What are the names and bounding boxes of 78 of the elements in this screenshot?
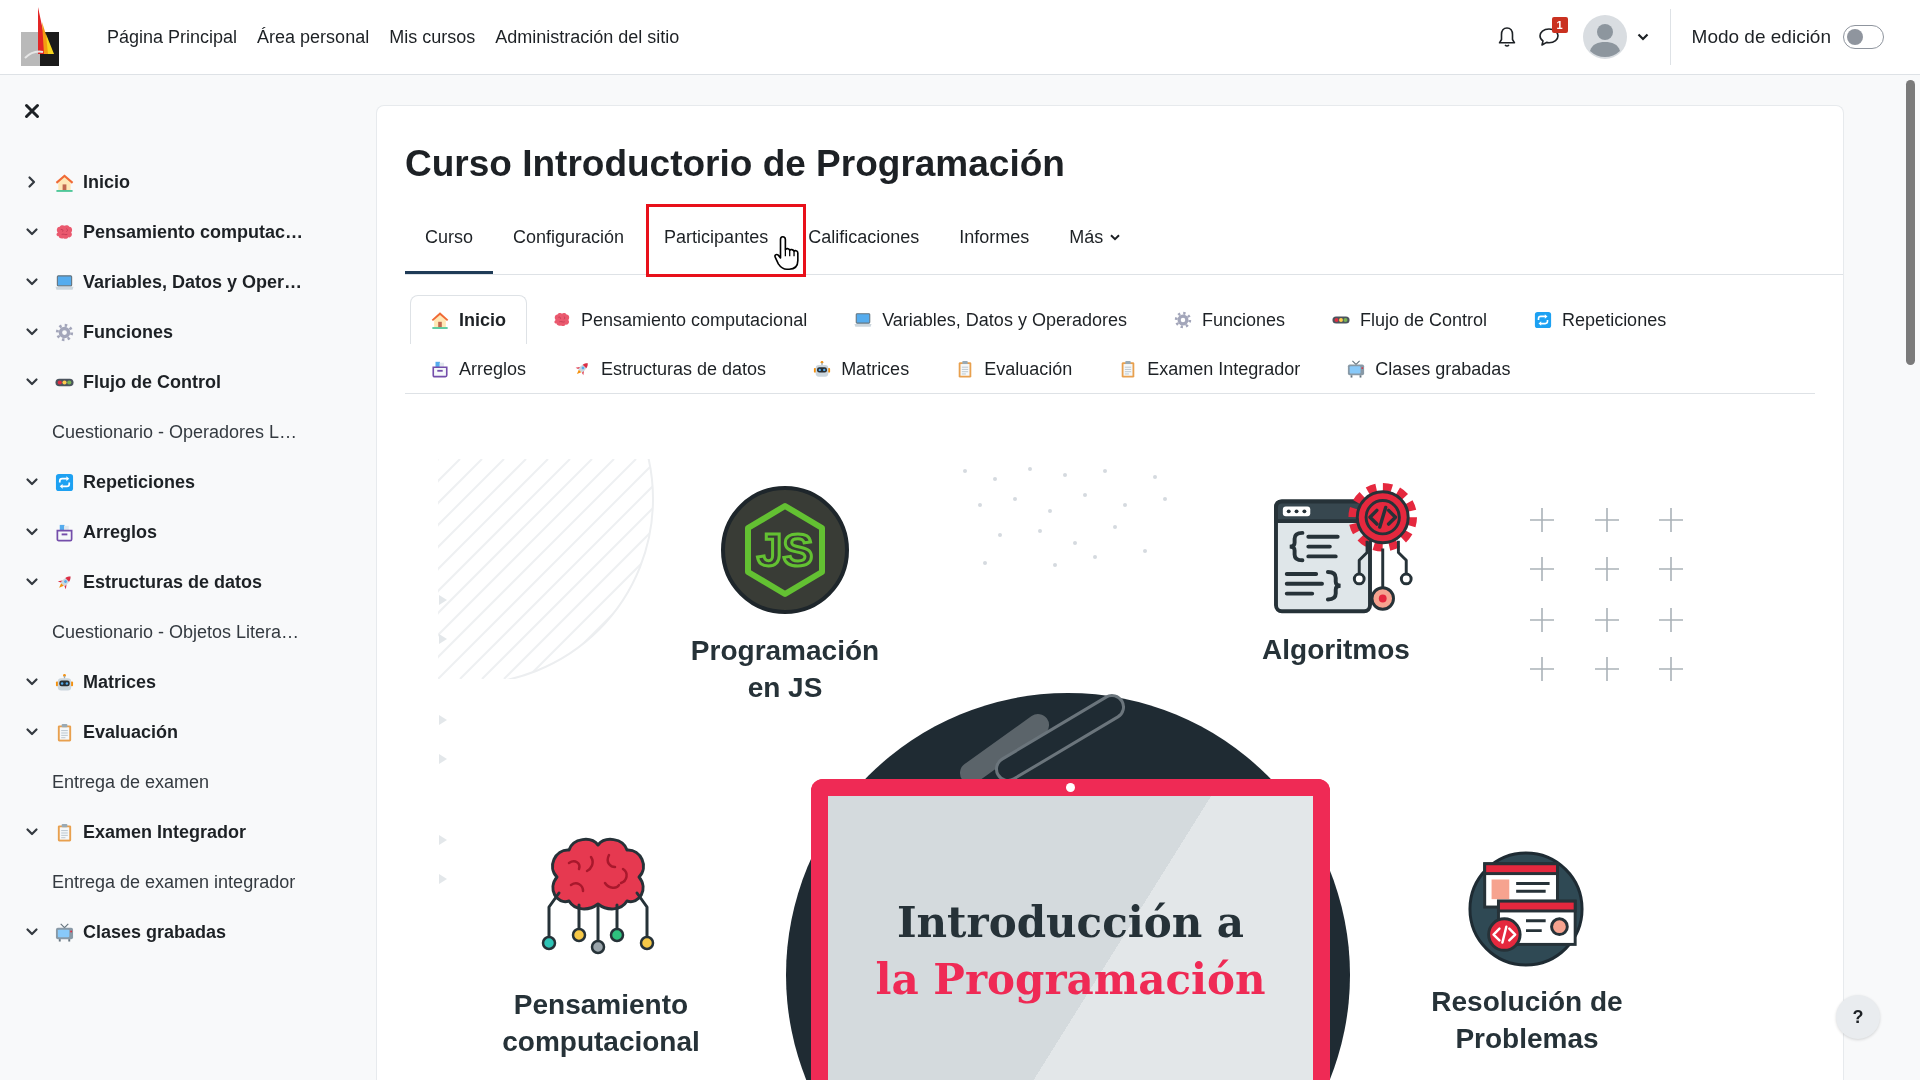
section-tab[interactable]: Inicio [410, 295, 527, 344]
edit-mode-toggle[interactable] [1843, 25, 1884, 49]
section-link[interactable]: Inicio [83, 171, 130, 193]
section-link[interactable]: Repeticiones [83, 471, 196, 493]
section-link[interactable]: Funciones [83, 321, 173, 343]
repeat-icon [1534, 311, 1553, 329]
message-count-badge: 1 [1551, 17, 1568, 33]
house-icon [55, 172, 74, 192]
repeat-icon [55, 472, 74, 492]
house-icon [431, 311, 449, 329]
activity-link[interactable]: Entrega de examen integrador [52, 871, 296, 893]
section-tab[interactable]: Clases grabadas [1326, 344, 1532, 393]
section-link[interactable]: Variables, Datos y Oper… [83, 271, 303, 293]
section-link[interactable]: Matrices [83, 671, 157, 693]
robot-icon [813, 360, 832, 378]
laptop-icon [854, 311, 873, 329]
section-tab[interactable]: Repeticiones [1513, 295, 1688, 344]
section-link[interactable]: Pensamiento computac… [83, 221, 304, 243]
section-tab[interactable]: Arreglos [410, 344, 548, 393]
robot-icon [55, 672, 74, 692]
laptop-icon [55, 272, 74, 292]
scrollbar-thumb[interactable] [1906, 80, 1915, 365]
television-icon [1347, 360, 1366, 378]
logo-text: JS [756, 524, 814, 576]
section-tab[interactable]: Flujo de Control [1311, 295, 1509, 344]
edit-mode-label: Modo de edición [1691, 26, 1831, 48]
activity-link[interactable]: Entrega de examen [52, 771, 210, 793]
clipboard-icon [55, 822, 74, 842]
section-link[interactable]: Estructuras de datos [83, 571, 263, 593]
course-tab[interactable]: Informes [939, 204, 1050, 274]
activity-link[interactable]: Cuestionario - Objetos Litera… [52, 621, 300, 643]
section-link[interactable]: Arreglos [83, 521, 158, 543]
camera-dot-icon [1065, 783, 1075, 792]
clipboard-icon [55, 722, 74, 742]
topic-label: Algoritmos [1261, 633, 1411, 667]
headline-text: Introducción a [896, 897, 1245, 949]
course-title: Curso Introductorio de Programación [405, 142, 1066, 186]
section-tab[interactable]: Estructuras de datos [552, 344, 788, 393]
brain-icon [55, 222, 74, 242]
section-link[interactable]: Flujo de Control [83, 371, 221, 393]
flame-logo-icon[interactable] [21, 6, 59, 68]
bell-icon[interactable] [1496, 26, 1517, 48]
close-icon[interactable] [24, 103, 40, 119]
section-tab[interactable]: Examen Integrador [1098, 344, 1322, 393]
nav-link[interactable]: Área personal [247, 20, 380, 54]
topic-label: Programación en JS [689, 634, 881, 705]
avatar-icon[interactable] [1582, 15, 1627, 59]
brain-icon [553, 311, 571, 329]
box-icon [55, 522, 74, 542]
section-link[interactable]: Evaluación [83, 721, 179, 743]
section-link[interactable]: Examen Integrador [83, 821, 247, 843]
box-icon [431, 360, 449, 378]
help-button[interactable]: ? [1836, 995, 1880, 1039]
section-link[interactable]: Clases grabadas [83, 921, 227, 943]
television-icon [55, 922, 74, 942]
topic-label: Resolución de Problemas [1430, 985, 1624, 1056]
section-tab[interactable]: Pensamiento computacional [532, 295, 829, 344]
gear-icon [1173, 311, 1192, 329]
section-tab[interactable]: Evaluación [935, 344, 1094, 393]
course-tab[interactable]: Configuración [493, 204, 645, 274]
topic-label: Pensamiento computacional [501, 988, 701, 1059]
section-tab[interactable]: Funciones [1152, 295, 1306, 344]
caret-icon[interactable] [1636, 33, 1649, 41]
section-tab[interactable]: Variables, Datos y Operadores [833, 295, 1148, 344]
hexagon-logo-icon [721, 486, 849, 614]
activity-link[interactable]: Cuestionario - Operadores L… [52, 421, 298, 443]
nav-link[interactable]: Mis cursos [379, 20, 486, 54]
headline-text: la Programación [875, 954, 1266, 1006]
caret-icon [1110, 234, 1121, 241]
course-tab[interactable]: Calificaciones [788, 204, 940, 274]
gear-icon [55, 322, 74, 342]
code-windows-icon [1467, 850, 1585, 968]
chat-bubble-icon[interactable] [1537, 27, 1560, 47]
nav-link[interactable]: Administración del sitio [485, 20, 690, 54]
course-tab[interactable]: Curso [405, 204, 493, 274]
section-tab[interactable]: Matrices [792, 344, 931, 393]
more-menu-tab[interactable]: Más [1049, 204, 1141, 274]
nav-link[interactable]: Página Principal [97, 20, 248, 54]
